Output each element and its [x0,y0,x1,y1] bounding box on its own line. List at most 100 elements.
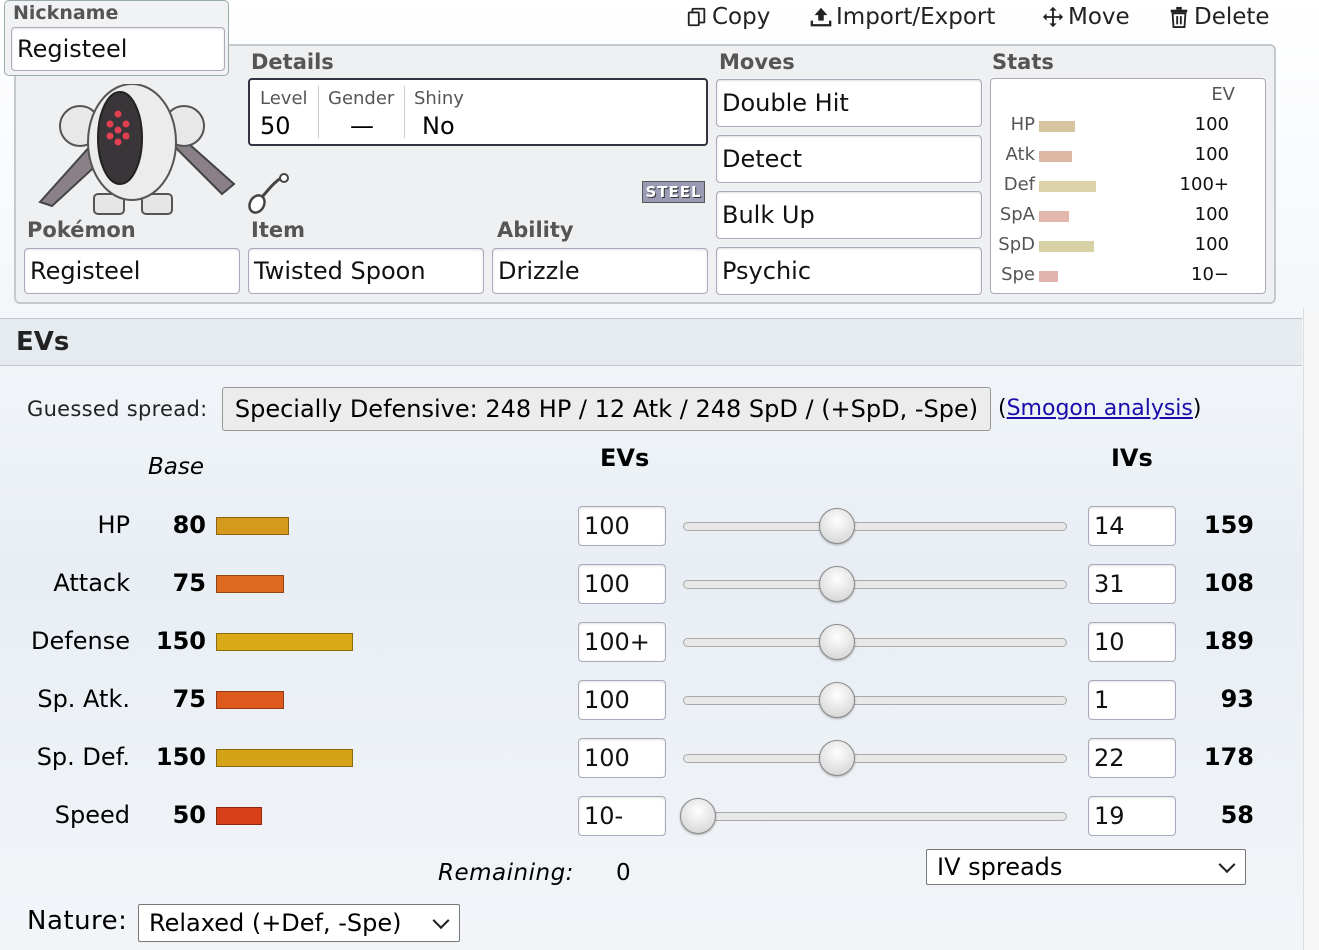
copy-icon [687,7,706,27]
stat-name: Defense [31,627,130,655]
scrollbar[interactable] [1303,308,1319,950]
base-stat-value: 150 [155,627,206,655]
ev-input[interactable]: 100+ [578,622,666,662]
details-title: Details [251,50,334,74]
details-box[interactable]: Level 50 Gender — Shiny No [248,78,708,146]
move-label: Move [1068,4,1130,30]
stat-summary-row: SpA 100 [991,201,1265,231]
base-stat-bar [216,807,262,825]
ev-input[interactable]: 100 [578,564,666,604]
base-stat-bar [216,575,284,593]
ev-slider-handle[interactable] [819,740,855,776]
stat-total: 93 [1220,685,1254,713]
stat-name: Speed [54,801,130,829]
level-value: 50 [260,112,291,140]
stat-summary-ev: 100 [1194,114,1229,135]
base-stat-bar [216,633,353,651]
iv-spreads-label: IV spreads [937,853,1063,881]
moves-title: Moves [719,50,795,74]
ev-slider-handle[interactable] [819,624,855,660]
base-header: Base [148,454,205,480]
ev-slider-track[interactable] [683,696,1067,705]
ev-slider-handle[interactable] [680,798,716,834]
move-1-input[interactable]: Double Hit [716,79,982,127]
remaining-value: 0 [616,860,631,886]
stat-total: 58 [1220,801,1254,829]
item-label: Item [251,218,305,242]
stat-name: Attack [53,569,130,597]
chevron-down-icon [432,912,450,930]
ability-input[interactable]: Drizzle [492,248,708,294]
iv-spreads-select[interactable]: IV spreads [926,849,1246,885]
ev-slider-track[interactable] [683,522,1067,531]
gender-label: Gender [328,88,395,109]
stat-summary-row: Atk 100 [991,141,1265,171]
type-badge-steel: STEEL [642,181,705,203]
stat-total: 189 [1203,627,1254,655]
ev-slider-handle[interactable] [819,566,855,602]
evs-header: EVs [600,444,650,472]
ev-slider-track[interactable] [683,580,1067,589]
nature-select[interactable]: Relaxed (+Def, -Spe) [138,904,460,942]
base-stat-value: 80 [172,511,206,539]
iv-input[interactable]: 10 [1088,622,1176,662]
ev-input[interactable]: 100 [578,506,666,546]
item-input[interactable]: Twisted Spoon [248,248,484,294]
stat-summary-bar [1039,181,1096,192]
spoon-icon [248,173,289,214]
pokemon-input[interactable]: Registeel [24,248,240,294]
base-stat-value: 75 [172,569,206,597]
ev-input[interactable]: 10- [578,796,666,836]
move-4-input[interactable]: Psychic [716,247,982,295]
base-stat-bar [216,517,289,535]
paren-close: ) [1192,396,1202,421]
move-2-input[interactable]: Detect [716,135,982,183]
upload-icon [810,7,832,27]
evs-section-title: EVs [16,327,70,357]
base-stat-value: 50 [172,801,206,829]
move-button[interactable]: Move [1042,4,1130,30]
ev-slider-handle[interactable] [819,682,855,718]
import-export-button[interactable]: Import/Export [810,4,995,30]
ev-slider-track[interactable] [683,812,1067,821]
smogon-analysis-link[interactable]: Smogon analysis [1007,396,1193,421]
shiny-value: No [422,112,455,140]
stat-summary-ev: 100 [1194,234,1229,255]
stat-total: 159 [1203,511,1254,539]
ev-slider-track[interactable] [683,638,1067,647]
stat-summary-bar [1039,271,1058,282]
stat-summary-row: Def 100+ [991,171,1265,201]
stat-total: 108 [1203,569,1254,597]
nickname-box: Nickname Registeel [4,0,229,76]
nickname-input[interactable]: Registeel [11,27,225,71]
stats-summary-box[interactable]: EV HP 100 Atk 100 Def 100+ SpA 100 SpD 100 Spe 10− [990,78,1266,294]
iv-input[interactable]: 22 [1088,738,1176,778]
ev-input[interactable]: 100 [578,680,666,720]
trash-icon [1170,6,1188,28]
base-stat-bar [216,691,284,709]
remaining-label: Remaining: [438,860,574,886]
stat-summary-row: HP 100 [991,111,1265,141]
stat-summary-name: HP [1010,114,1035,135]
copy-button[interactable]: Copy [686,4,770,30]
ev-slider-handle[interactable] [819,508,855,544]
guessed-spread-label: Guessed spread: [27,397,208,421]
iv-input[interactable]: 14 [1088,506,1176,546]
ev-slider-track[interactable] [683,754,1067,763]
paren-open: ( [998,396,1007,421]
stat-summary-ev: 100 [1194,144,1229,165]
stat-summary-name: Def [1003,174,1035,195]
nature-label: Nature: [27,906,128,936]
delete-button[interactable]: Delete [1168,4,1270,30]
ev-input[interactable]: 100 [578,738,666,778]
move-3-input[interactable]: Bulk Up [716,191,982,239]
move-icon [1042,6,1064,28]
shiny-label: Shiny [414,88,464,109]
guessed-spread-button[interactable]: Specially Defensive: 248 HP / 12 Atk / 2… [222,387,991,431]
gender-value: — [350,112,374,140]
nickname-label: Nickname [13,2,119,24]
iv-input[interactable]: 31 [1088,564,1176,604]
iv-input[interactable]: 19 [1088,796,1176,836]
iv-input[interactable]: 1 [1088,680,1176,720]
pokemon-sprite [38,84,236,215]
